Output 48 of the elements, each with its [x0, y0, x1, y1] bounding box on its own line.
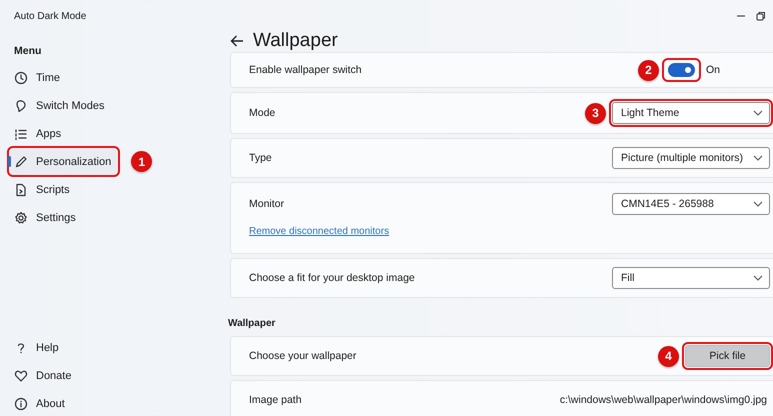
dropdown[interactable]: CMN14E5 - 265988: [612, 193, 770, 215]
dropdown[interactable]: Picture (multiple monitors): [612, 147, 770, 169]
callout-badge: 3: [585, 102, 606, 124]
callout-badge: 4: [658, 346, 679, 366]
callout-badge: 1: [131, 151, 152, 172]
chevron-icon: [753, 201, 763, 207]
toggle-switch[interactable]: [668, 63, 695, 77]
nav-item[interactable]: Settings: [10, 205, 82, 230]
window-title: Auto Dark Mode: [14, 10, 88, 22]
page-title: Wallpaper: [253, 30, 338, 52]
nav-item[interactable]: Personalization: [10, 149, 118, 174]
toggle-state: On: [706, 64, 720, 76]
clock-icon: [14, 70, 28, 84]
pen-icon: [14, 154, 28, 168]
nav-item[interactable]: Scripts: [10, 177, 76, 202]
nav-item[interactable]: About: [10, 391, 71, 416]
setting-label: Type: [249, 152, 273, 164]
image-path: c:\windows\web\wallpaper\windows\img0.jpg: [560, 394, 768, 406]
callout-badge: 2: [638, 60, 659, 80]
nav-item[interactable]: Donate: [10, 363, 78, 388]
nav-item[interactable]: Time: [10, 65, 66, 90]
menu-heading: Menu: [13, 44, 42, 58]
nav-item[interactable]: Switch Modes: [10, 93, 110, 118]
nav-item[interactable]: Help: [10, 335, 65, 360]
setting-label: Image path: [249, 394, 303, 406]
dropdown[interactable]: Light Theme: [612, 102, 770, 124]
setting-label: Enable wallpaper switch: [249, 64, 363, 76]
chevron-icon: [753, 110, 763, 116]
list-icon: [14, 126, 28, 140]
setting-label: Monitor: [249, 198, 286, 210]
section-heading: Wallpaper: [228, 317, 276, 331]
heart-icon: [14, 368, 28, 382]
dropdown[interactable]: Fill: [612, 267, 770, 289]
setting-label: Choose a fit for your desktop image: [249, 272, 416, 284]
pick-file-button[interactable]: Pick file: [685, 345, 770, 367]
nav-item[interactable]: Apps: [10, 121, 68, 146]
chevron-icon: [753, 155, 763, 161]
remove-monitors-link[interactable]: Remove disconnected monitors: [231, 226, 390, 253]
gear-icon: [14, 210, 28, 224]
restore-button[interactable]: [755, 10, 767, 22]
restore-icon: [755, 10, 767, 22]
setting-label: Choose your wallpaper: [249, 350, 358, 362]
setting-label: Mode: [249, 107, 276, 119]
document-icon: [14, 182, 28, 196]
back-arrow-icon: [230, 35, 244, 47]
info-icon: [14, 396, 28, 410]
chevron-icon: [753, 275, 763, 281]
back-button[interactable]: [230, 35, 244, 47]
